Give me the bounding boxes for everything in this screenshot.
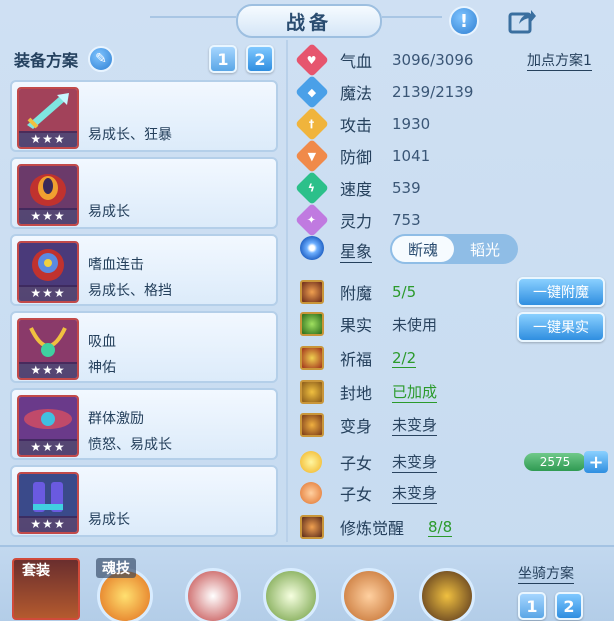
add-points-button[interactable]: +: [584, 451, 608, 473]
share-icon[interactable]: [507, 6, 537, 36]
equipment-traits: 易成长、格挡: [88, 283, 172, 299]
suit-button[interactable]: 套装: [12, 558, 80, 620]
one-click-fruit-button[interactable]: 一键果实: [517, 312, 605, 342]
extra-child-2: 子女 未变身: [300, 480, 438, 506]
extra-child-1: 子女 未变身: [300, 449, 438, 475]
equipment-plan-title: 装备方案: [14, 51, 79, 70]
sword-icon: †: [295, 107, 329, 141]
equip-plan-2-button[interactable]: 2: [246, 45, 274, 73]
equipment-plan-header: 装备方案 ✎: [14, 46, 115, 72]
mount-plan-1-button[interactable]: 1: [518, 592, 546, 620]
mount-plan-2-button[interactable]: 2: [555, 592, 583, 620]
equipment-slot-4[interactable]: ★★★ 吸血 神佑: [10, 311, 278, 383]
star-option-duanhun[interactable]: 断魂: [392, 236, 454, 262]
title-ornament-right: [382, 16, 442, 18]
stat-defense: ▼ 防御 1041: [295, 139, 430, 173]
attribute-plan-link[interactable]: 加点方案1: [527, 50, 592, 71]
soul-skill-label: 魂技: [96, 558, 136, 578]
stat-attack: † 攻击 1930: [295, 107, 430, 141]
star-sign-toggle: 断魂 韬光: [390, 234, 518, 264]
equipment-skill: 嗜血连击: [88, 257, 144, 273]
enchant-icon: [300, 280, 324, 304]
cultivation-icon: [300, 515, 324, 539]
page-title: 战备: [236, 4, 382, 38]
extra-cultivation: 修炼觉醒 8/8: [300, 514, 453, 540]
mount-plan-title: 坐骑方案: [518, 563, 574, 584]
info-icon[interactable]: !: [449, 6, 479, 36]
fief-icon: [300, 380, 324, 404]
skill-slot-4[interactable]: [419, 568, 475, 621]
stat-mp: ◆ 魔法 2139/2139: [295, 75, 473, 109]
equipment-slot-5[interactable]: ★★★ 群体激励 愤怒、易成长: [10, 388, 278, 460]
star-sign-icon: [300, 236, 324, 260]
blessing-icon: [300, 346, 324, 370]
heart-icon: ♥: [295, 43, 329, 77]
child-points-value: 2575: [524, 453, 586, 471]
stat-spirit: ✦ 灵力 753: [295, 203, 421, 237]
equipment-slot-6[interactable]: ★★★ 易成长: [10, 465, 278, 537]
belt-item-icon: ★★★: [17, 395, 79, 457]
star-option-taoguang[interactable]: 韬光: [454, 236, 516, 262]
child-icon: [300, 482, 322, 504]
shield-icon: ▼: [295, 139, 329, 173]
equipment-slot-2[interactable]: ★★★ 易成长: [10, 157, 278, 229]
extra-blessing: 祈福 2/2: [300, 345, 417, 371]
lightning-icon: ϟ: [295, 171, 329, 205]
armor-item-icon: ★★★: [17, 241, 79, 303]
child-icon: [300, 451, 322, 473]
helmet-item-icon: ★★★: [17, 164, 79, 226]
equipment-traits: 神佑: [88, 360, 116, 376]
column-divider: [286, 40, 288, 542]
equipment-traits: 易成长、狂暴: [88, 127, 172, 143]
equipment-skill: 吸血: [88, 334, 116, 350]
stat-speed: ϟ 速度 539: [295, 171, 421, 205]
title-ornament-left: [150, 16, 236, 18]
sparkle-icon: ✦: [295, 203, 329, 237]
equip-plan-1-button[interactable]: 1: [209, 45, 237, 73]
skill-slot-3[interactable]: [341, 568, 397, 621]
equipment-slot-3[interactable]: ★★★ 嗜血连击 易成长、格挡: [10, 234, 278, 306]
extra-transform: 变身 未变身: [300, 412, 438, 438]
equipment-list: ★★★ 易成长、狂暴 ★★★ 易成长 ★★★ 嗜血连击 易成长、格挡 ★★★ 吸…: [10, 80, 278, 542]
skill-slot-2[interactable]: [263, 568, 319, 621]
equipment-skill: 群体激励: [88, 411, 144, 427]
boots-item-icon: ★★★: [17, 472, 79, 534]
edit-pencil-icon[interactable]: ✎: [88, 46, 115, 72]
suit-label: 套装: [22, 563, 50, 579]
weapon-item-icon: ★★★: [17, 87, 79, 149]
equipment-traits: 易成长: [88, 204, 130, 220]
equipment-slot-1[interactable]: ★★★ 易成长、狂暴: [10, 80, 278, 152]
extra-fief: 封地 已加成: [300, 379, 438, 405]
fruit-icon: [300, 312, 324, 336]
mana-icon: ◆: [295, 75, 329, 109]
skill-slot-1[interactable]: [185, 568, 241, 621]
necklace-item-icon: ★★★: [17, 318, 79, 380]
one-click-enchant-button[interactable]: 一键附魔: [517, 277, 605, 307]
equipment-traits: 愤怒、易成长: [88, 437, 172, 453]
extra-enchant: 附魔 5/5: [300, 279, 416, 305]
star-sign-label[interactable]: 星象: [340, 238, 373, 263]
child-points-counter: 2575 +: [524, 451, 610, 473]
transform-icon: [300, 413, 324, 437]
stat-hp: ♥ 气血 3096/3096: [295, 43, 473, 77]
equipment-traits: 易成长: [88, 512, 130, 528]
extra-fruit: 果实 未使用: [300, 311, 437, 337]
